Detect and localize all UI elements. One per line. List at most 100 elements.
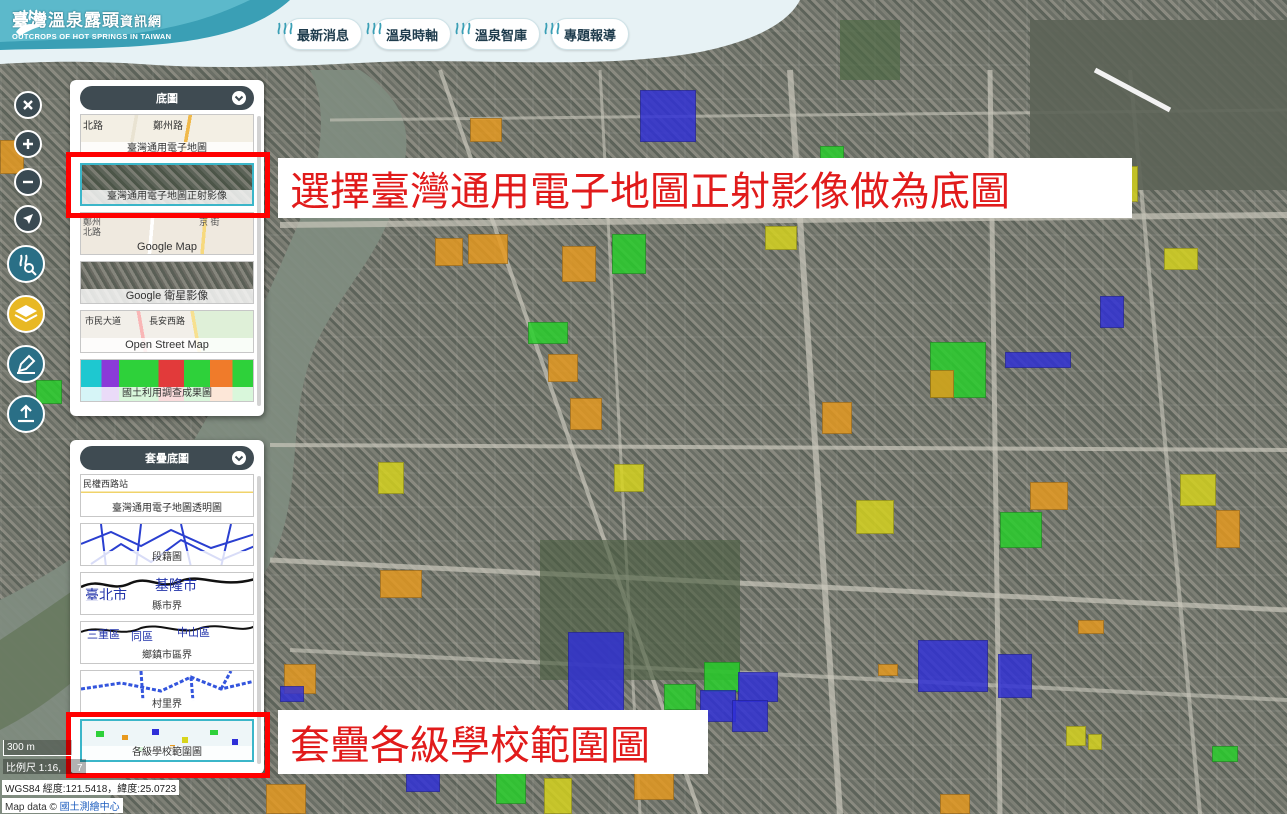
overlay-option-cadastral-sections[interactable]: 段籍圖 [80,523,254,566]
school-zone[interactable] [570,398,602,430]
zoom-in-icon [23,139,33,149]
basemap-option-land-use[interactable]: 國土利用調查成果圖 [80,359,254,402]
school-zone[interactable] [640,90,696,142]
upload-icon [18,404,34,423]
panel-title: 套疊底圖 [145,453,189,465]
school-zone[interactable] [1100,296,1124,328]
school-zone[interactable] [548,354,578,382]
school-zone[interactable] [468,234,508,264]
overlay-option-township-boundary[interactable]: 三重區 同區 中山區 鄉鎮市區界 [80,621,254,664]
school-zone[interactable] [528,322,568,344]
steam-icon [455,22,471,35]
site-logo[interactable]: 臺灣溫泉露頭資訊網 OUTCROPS OF HOT SPRINGS IN TAI… [12,6,171,41]
scale-ratio-value: 比例尺 1:16, [6,763,62,774]
school-zone[interactable] [1164,248,1198,270]
overlay-option-county-boundary[interactable]: 臺北市 基隆市 縣市界 [80,572,254,615]
thumb-street-label: 鄭州路 [153,121,183,132]
base-map-panel-header[interactable]: 底圖 [80,86,254,110]
school-zone[interactable] [1078,620,1104,634]
hot-spring-search-icon [19,254,37,276]
school-zone[interactable] [998,654,1032,698]
school-zone[interactable] [1180,474,1216,506]
scale-ratio: 比例尺 1:16, 7 [3,759,86,774]
school-zone[interactable] [1030,482,1068,510]
layers-button[interactable] [7,295,45,333]
hot-spring-search-button[interactable] [7,245,45,283]
highlight-box-overlay [66,712,270,778]
close-button[interactable] [14,91,42,119]
school-zone[interactable] [612,234,646,274]
basemap-option-google-satellite[interactable]: Google 衛星影像 [80,261,254,304]
nav-label: 專題報導 [564,27,617,43]
thumb-town-label: 三重區 [87,629,120,641]
thumb-street-label: 北路 [83,227,102,237]
basemap-option-emap[interactable]: 北路 鄭州路 臺灣通用電子地圖 [80,114,254,157]
panel-title: 底圖 [156,93,178,105]
school-zone[interactable] [470,118,502,142]
draw-button[interactable] [7,345,45,383]
school-zone[interactable] [822,402,852,434]
thumb-town-label: 同區 [131,631,153,643]
school-zone[interactable] [1088,734,1102,750]
basemap-option-google-map[interactable]: 鄭州 北路 京 街 Google Map [80,212,254,255]
upload-button[interactable] [7,395,45,433]
site-header: 臺灣溫泉露頭資訊網 OUTCROPS OF HOT SPRINGS IN TAI… [0,0,800,70]
basemap-option-osm[interactable]: 市民大道 長安西路 Open Street Map [80,310,254,353]
thumb-street-label: 北路 [83,121,103,132]
school-zone[interactable] [765,226,797,250]
school-zone[interactable] [738,672,778,702]
school-zone[interactable] [496,772,526,804]
thumb-street-label: 民權西路站 [83,479,129,489]
thumb-caption: 國土利用調查成果圖 [81,387,253,401]
map-attribution: Map data © 國土測繪中心 [2,798,123,813]
steam-icon [544,22,560,35]
school-zone[interactable] [1212,746,1238,762]
thumb-caption: 段籍圖 [81,551,253,565]
school-zone[interactable] [280,686,304,702]
base-map-panel: 底圖 北路 鄭州路 臺灣通用電子地圖 臺灣通用電子地圖正射影像 鄭州 北路 京 … [70,80,264,416]
zoom-out-button[interactable] [14,168,42,196]
school-zone[interactable] [406,774,440,792]
school-zone[interactable] [664,684,696,710]
thumb-caption: Google Map [137,241,197,253]
school-zone[interactable] [704,662,740,692]
nav-knowledge-base[interactable]: 溫泉智庫 [455,18,541,50]
school-zone[interactable] [614,464,644,492]
thumb-street-label: 長安西路 [149,316,186,326]
school-zone[interactable] [856,500,894,534]
thumb-county-label: 基隆市 [155,578,197,594]
scale-ratio-suffix: 7 [77,763,83,774]
highlight-box-base [66,152,270,218]
school-zone[interactable] [544,778,572,814]
school-zone[interactable] [562,246,596,282]
nav-timeline[interactable]: 溫泉時軸 [366,18,452,50]
overlay-option-village-boundary[interactable]: 村里界 [80,670,254,713]
attribution-link[interactable]: 國土測繪中心 [60,802,120,813]
school-zone[interactable] [435,238,463,266]
nav-label: 最新消息 [297,27,350,43]
school-zone[interactable] [732,700,768,732]
layers-icon [14,305,38,323]
overlay-option-emap-transparent[interactable]: 民權西路站 臺灣通用電子地圖透明圖 [80,474,254,517]
overlay-map-panel-header[interactable]: 套疊底圖 [80,446,254,470]
school-zone[interactable] [1000,512,1042,548]
school-zone[interactable] [1005,352,1071,368]
school-zone[interactable] [940,794,970,814]
school-zone[interactable] [380,570,422,598]
thumb-caption: 臺灣通用電子地圖透明圖 [81,502,253,516]
callout-overlay-map: 套疊各級學校範圍圖 [278,710,708,774]
school-zone[interactable] [634,770,674,800]
nav-latest-news[interactable]: 最新消息 [277,18,363,50]
thumb-caption: 村里界 [81,698,253,712]
school-zone[interactable] [1066,726,1086,746]
school-zone[interactable] [1216,510,1240,548]
locate-button[interactable] [14,205,42,233]
school-zone[interactable] [930,370,954,398]
school-zone[interactable] [378,462,404,494]
zoom-in-button[interactable] [14,130,42,158]
school-zone[interactable] [878,664,898,676]
school-zone[interactable] [918,640,988,692]
nav-feature-reports[interactable]: 專題報導 [544,18,630,50]
school-zone[interactable] [568,632,624,712]
school-zone[interactable] [266,784,306,814]
